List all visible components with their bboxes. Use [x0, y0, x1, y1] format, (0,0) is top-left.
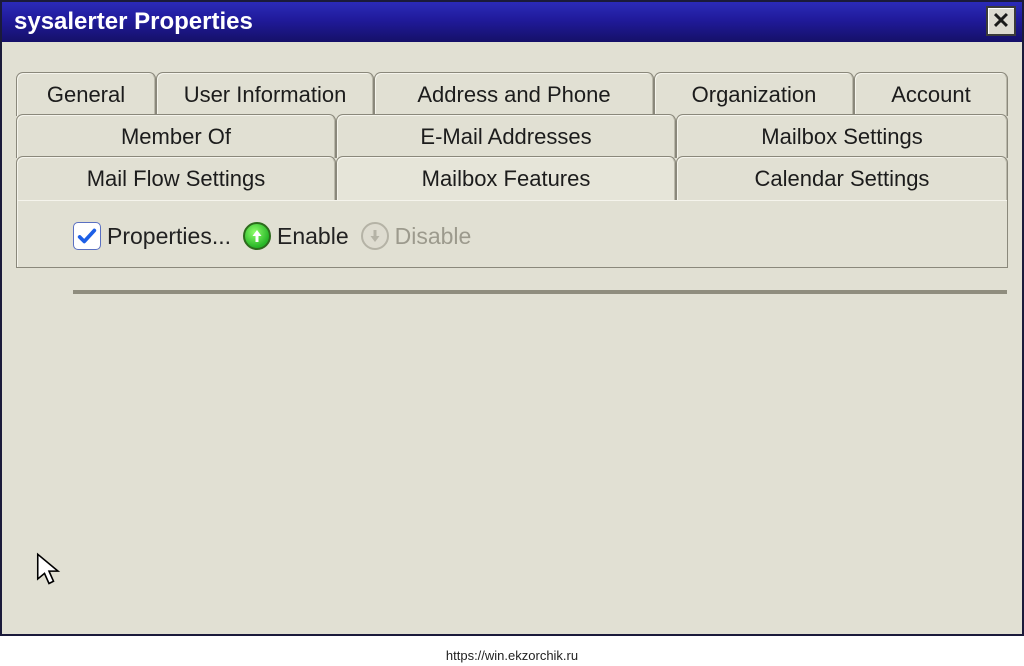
enable-button[interactable]: Enable	[243, 222, 349, 250]
col-empty[interactable]	[785, 292, 1005, 294]
col-feature[interactable]: Feature	[75, 292, 425, 294]
tab-member-of[interactable]: Member Of	[16, 114, 336, 158]
titlebar: sysalerter Properties ✕	[2, 2, 1022, 42]
dialog-body: General User Information Address and Pho…	[2, 42, 1022, 634]
disable-button: Disable	[361, 222, 472, 250]
tab-email-addresses[interactable]: E-Mail Addresses	[336, 114, 676, 158]
cursor-icon	[34, 552, 64, 588]
tab-user-information[interactable]: User Information	[156, 72, 374, 116]
tab-mailbox-settings[interactable]: Mailbox Settings	[676, 114, 1008, 158]
tab-address-and-phone[interactable]: Address and Phone	[374, 72, 654, 116]
tab-row-2: Member Of E-Mail Addresses Mailbox Setti…	[16, 114, 1008, 158]
properties-icon	[73, 222, 101, 250]
tab-row-3: Mail Flow Settings Mailbox Features Cale…	[16, 156, 1008, 200]
close-icon: ✕	[992, 8, 1010, 34]
feature-list[interactable]: Feature Status Outlook Web AppDisabledEx…	[73, 290, 1007, 294]
tab-panel: Properties... Enable Disable	[16, 199, 1008, 268]
tab-mail-flow-settings[interactable]: Mail Flow Settings	[16, 156, 336, 200]
properties-button[interactable]: Properties...	[73, 222, 231, 250]
tab-container: General User Information Address and Pho…	[10, 72, 1014, 272]
tab-row-1: General User Information Address and Pho…	[16, 72, 1008, 116]
tab-mailbox-features[interactable]: Mailbox Features	[336, 156, 676, 200]
disable-icon	[361, 222, 389, 250]
tab-calendar-settings[interactable]: Calendar Settings	[676, 156, 1008, 200]
footer-url: https://win.ekzorchik.ru	[0, 648, 1024, 663]
enable-icon	[243, 222, 271, 250]
close-button[interactable]: ✕	[986, 6, 1016, 36]
list-header: Feature Status	[75, 292, 1005, 294]
col-status[interactable]: Status	[425, 292, 785, 294]
properties-window: sysalerter Properties ✕ General User Inf…	[0, 0, 1024, 636]
tab-general[interactable]: General	[16, 72, 156, 116]
tab-account[interactable]: Account	[854, 72, 1008, 116]
tab-organization[interactable]: Organization	[654, 72, 854, 116]
window-title: sysalerter Properties	[14, 8, 253, 36]
feature-toolbar: Properties... Enable Disable	[17, 200, 1007, 260]
